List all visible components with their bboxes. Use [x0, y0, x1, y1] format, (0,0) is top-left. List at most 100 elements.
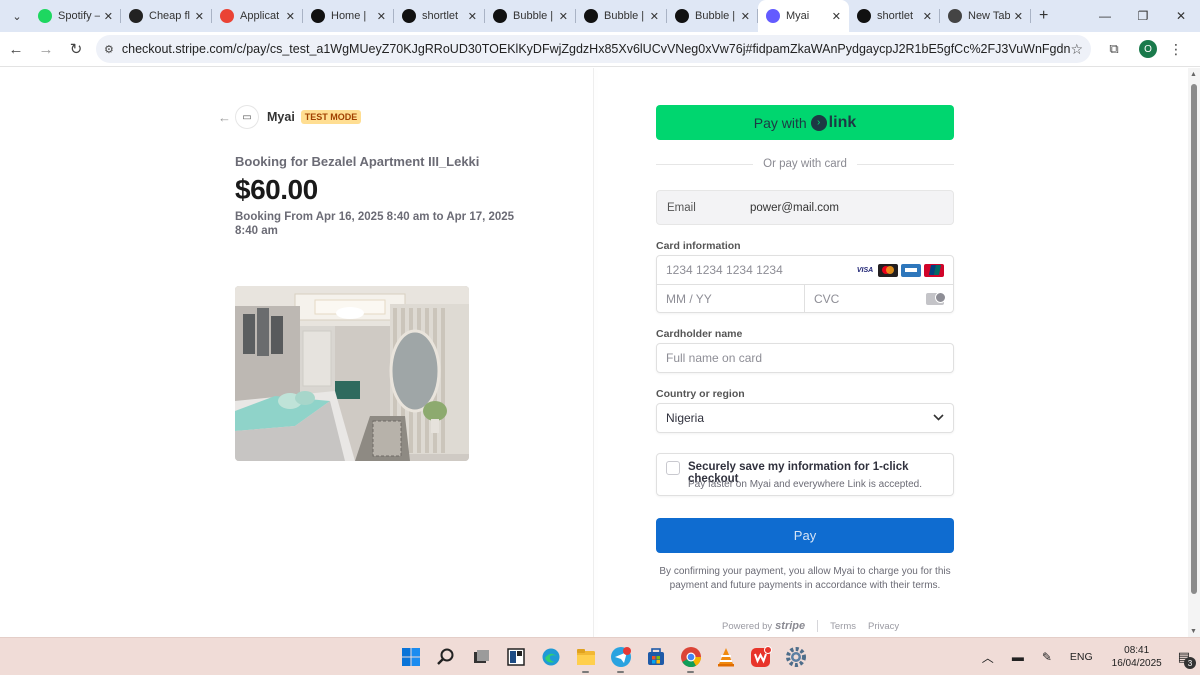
back-arrow-icon[interactable]: ← [218, 110, 232, 125]
widgets-icon[interactable] [503, 644, 528, 669]
stripe-logo[interactable]: stripe [775, 620, 805, 632]
chrome-glyph [680, 646, 701, 667]
vlc-icon[interactable] [713, 644, 738, 669]
close-tab-icon[interactable]: ✕ [741, 10, 750, 23]
new-tab-button[interactable]: + [1039, 7, 1048, 25]
task-view-icon[interactable] [468, 644, 493, 669]
edge-icon[interactable] [538, 644, 563, 669]
bookmark-star-icon[interactable]: ☆ [1070, 41, 1083, 58]
gmail-icon [220, 9, 234, 23]
powered-by-text: Powered by [722, 620, 773, 632]
address-bar[interactable]: ⚙ checkout.stripe.com/c/pay/cs_test_a1Wg… [96, 35, 1091, 63]
page-scrollbar[interactable]: ▲ ▼ [1188, 68, 1200, 637]
cardholder-name-field[interactable]: Full name on card [656, 343, 954, 373]
minimize-button[interactable]: — [1086, 0, 1124, 32]
arrow-right-icon: → [38, 40, 54, 58]
apartment-photo-illustration [235, 286, 469, 461]
tab-title: Cheap fl [149, 10, 190, 22]
pay-button[interactable]: Pay [656, 518, 954, 553]
reload-button[interactable]: ↻ [62, 35, 90, 63]
clock[interactable]: 08:41 16/04/2025 [1112, 644, 1162, 670]
store-icon[interactable] [643, 644, 668, 669]
tab-search-button[interactable]: ⌄ [4, 4, 30, 28]
close-tab-icon[interactable]: ✕ [468, 10, 477, 23]
file-explorer-icon[interactable] [573, 644, 598, 673]
wps-glyph [750, 645, 772, 667]
terms-link[interactable]: Terms [830, 621, 856, 632]
privacy-link[interactable]: Privacy [868, 621, 899, 632]
browser-tab[interactable]: Spotify – ✕ [30, 0, 121, 32]
card-number-placeholder: 1234 1234 1234 1234 [666, 263, 783, 277]
show-hidden-icons-chevron[interactable]: ︿ [982, 649, 994, 666]
widgets-glyph [506, 647, 525, 666]
card-brand-icons: VISA [855, 263, 944, 277]
close-tab-icon[interactable]: ✕ [377, 10, 386, 23]
forward-button[interactable]: → [32, 35, 60, 63]
scrollbar-thumb[interactable] [1191, 84, 1197, 594]
close-tab-icon[interactable]: ✕ [195, 10, 204, 23]
gear-glyph [785, 646, 806, 667]
maximize-button[interactable]: ❐ [1124, 0, 1162, 32]
browser-tab[interactable]: Applicat ✕ [212, 0, 303, 32]
scroll-down-icon[interactable]: ▼ [1190, 628, 1197, 635]
checkout-footer: Powered by stripe Terms Privacy [722, 620, 911, 632]
search-icon[interactable] [433, 644, 458, 669]
notification-icon[interactable]: ▤ 3 [1178, 649, 1196, 669]
bubble-icon [675, 9, 689, 23]
profile-avatar[interactable]: O [1139, 40, 1157, 58]
battery-icon[interactable]: ▬ [1012, 650, 1024, 664]
extensions-icon[interactable]: ⧉ [1099, 41, 1129, 57]
browser-menu-icon[interactable]: ⋮ [1169, 41, 1183, 58]
close-window-button[interactable]: ✕ [1162, 0, 1200, 32]
close-tab-icon[interactable]: ✕ [832, 10, 841, 23]
url-text[interactable]: checkout.stripe.com/c/pay/cs_test_a1WgMU… [122, 42, 1071, 56]
cvc-placeholder: CVC [814, 292, 840, 306]
tab-title: Home | [331, 10, 367, 22]
link-brand-label: link [828, 113, 857, 131]
pen-icon[interactable]: ✎ [1042, 650, 1052, 664]
card-information-label: Card information [656, 240, 741, 252]
browser-tab[interactable]: Home | ✕ [303, 0, 394, 32]
browser-tab[interactable]: Bubble | ✕ [667, 0, 758, 32]
browser-tab[interactable]: Myai ✕ [758, 0, 849, 32]
back-button[interactable]: ← [2, 35, 30, 63]
payment-form: Pay with › link Or pay with card Email p… [594, 68, 1188, 637]
window-controls: — ❐ ✕ [1086, 0, 1200, 32]
cardholder-name-label: Cardholder name [656, 328, 743, 340]
browser-tab[interactable]: Bubble | ✕ [576, 0, 667, 32]
cvc-field[interactable]: CVC [805, 285, 953, 313]
save-info-checkbox[interactable] [666, 461, 680, 475]
or-divider: Or pay with card [656, 158, 955, 170]
close-tab-icon[interactable]: ✕ [650, 10, 659, 23]
mastercard-icon [878, 263, 898, 277]
close-tab-icon[interactable]: ✕ [1014, 10, 1023, 23]
pay-with-link-button[interactable]: Pay with › link [656, 105, 954, 140]
close-tab-icon[interactable]: ✕ [286, 10, 295, 23]
bubble-icon [311, 9, 325, 23]
wps-office-icon[interactable] [748, 644, 773, 669]
close-tab-icon[interactable]: ✕ [923, 10, 932, 23]
telegram-icon[interactable] [608, 644, 633, 673]
close-tab-icon[interactable]: ✕ [104, 10, 113, 23]
divider-line [656, 163, 754, 165]
browser-tab[interactable]: New Tab ✕ [940, 0, 1031, 32]
site-info-icon[interactable]: ⚙ [104, 43, 114, 56]
language-indicator[interactable]: ENG [1070, 651, 1093, 663]
country-select[interactable]: Nigeria [656, 403, 954, 433]
card-number-field[interactable]: 1234 1234 1234 1234 VISA [657, 256, 953, 285]
settings-icon[interactable] [783, 644, 808, 669]
tab-title: Myai [786, 10, 810, 22]
close-tab-icon[interactable]: ✕ [559, 10, 568, 23]
merchant-name: Myai [267, 110, 295, 124]
browser-tab[interactable]: shortlet ✕ [849, 0, 940, 32]
browser-tab[interactable]: Bubble | ✕ [485, 0, 576, 32]
email-field[interactable]: Email power@mail.com [656, 190, 954, 225]
expiry-field[interactable]: MM / YY [657, 285, 805, 313]
or-pay-with-card-text: Or pay with card [763, 158, 847, 170]
tab-title: Applicat [240, 10, 280, 22]
browser-tab[interactable]: shortlet ✕ [394, 0, 485, 32]
scroll-up-icon[interactable]: ▲ [1190, 71, 1197, 78]
browser-tab[interactable]: Cheap fl ✕ [121, 0, 212, 32]
start-icon[interactable] [398, 644, 423, 669]
chrome-icon[interactable] [678, 644, 703, 673]
